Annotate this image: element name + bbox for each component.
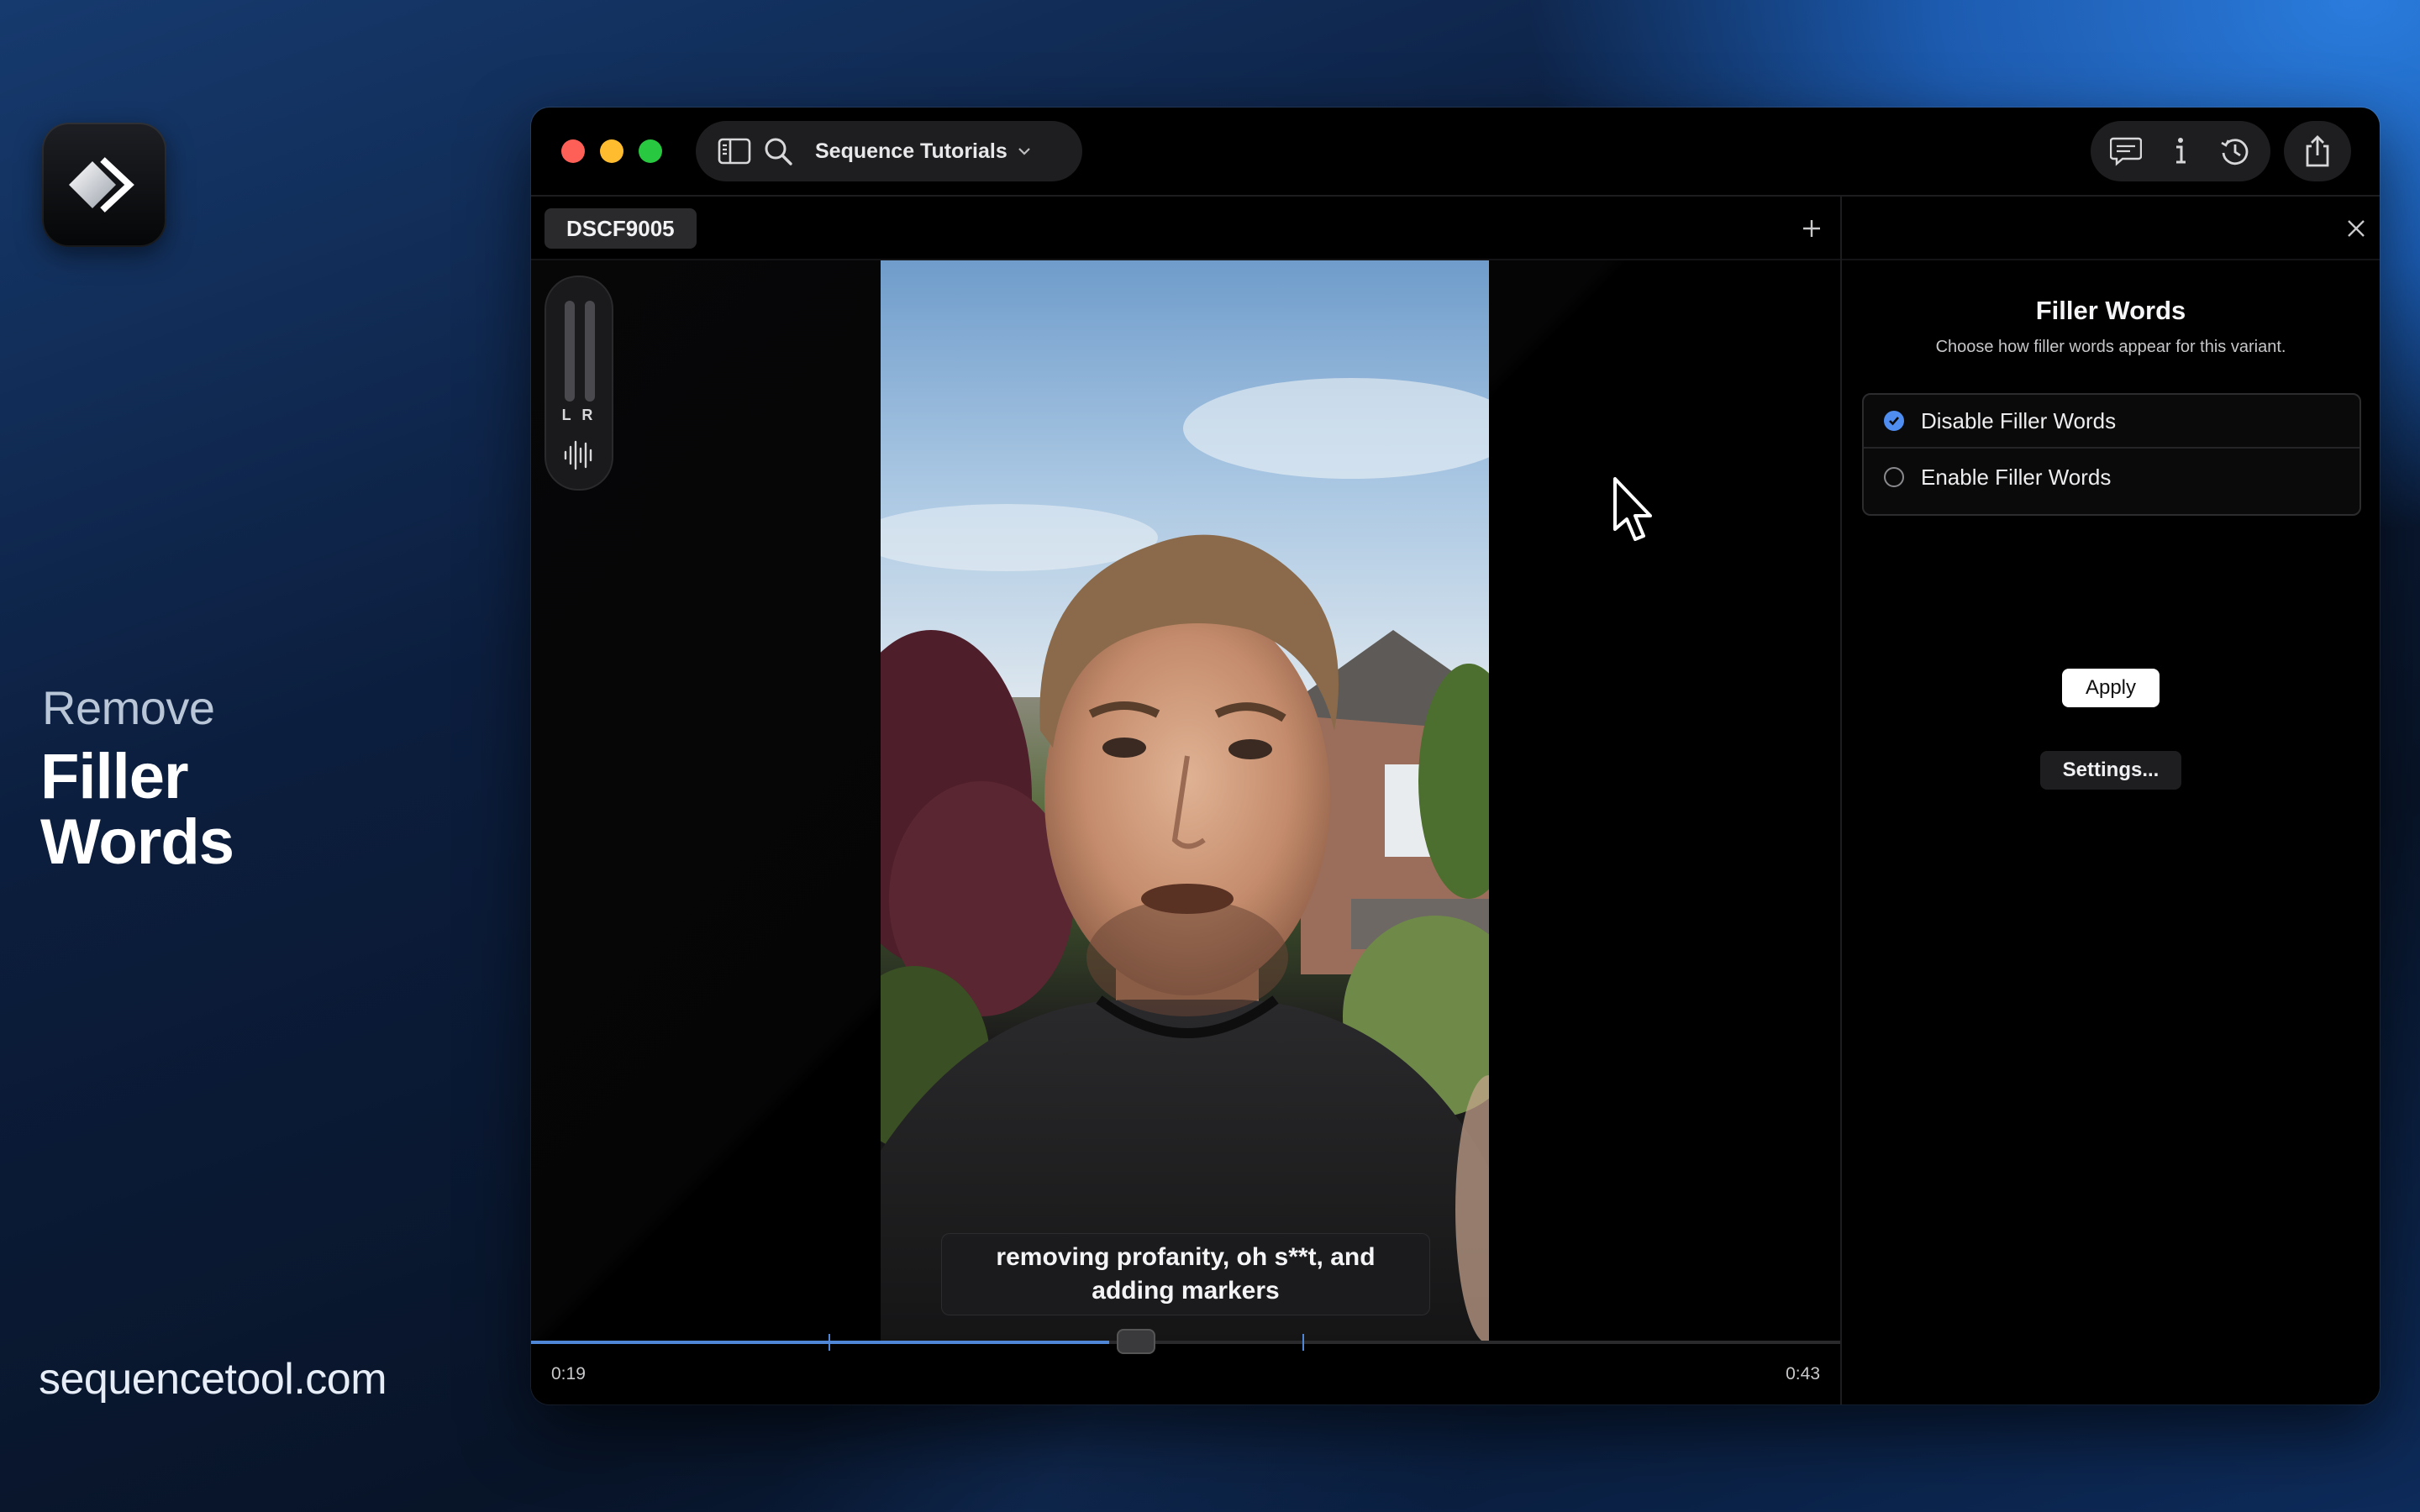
sidebar-icon	[718, 138, 751, 165]
playhead-handle[interactable]	[1117, 1329, 1156, 1354]
info-icon	[2175, 138, 2186, 164]
chevron-down-icon	[1018, 148, 1030, 155]
meter-bar-right	[585, 301, 595, 402]
share-icon	[2306, 135, 2329, 167]
clip-tab[interactable]: DSCF9005	[544, 208, 697, 249]
apply-button[interactable]: Apply	[2062, 669, 2160, 707]
toolbar-right-group	[2091, 121, 2270, 181]
panel-header-divider	[1842, 259, 2380, 260]
zoom-window-button[interactable]	[639, 139, 662, 163]
video-stage: L R removing profanity, oh s**t, and add…	[531, 260, 1840, 1341]
sequence-logo-icon	[69, 157, 134, 213]
radio-unchecked-icon[interactable]	[1884, 467, 1904, 487]
info-button[interactable]	[2159, 129, 2202, 173]
panel-title: Filler Words	[2035, 296, 2186, 325]
option-enable-filler-words[interactable]: Enable Filler Words	[1864, 450, 2360, 504]
close-window-button[interactable]	[561, 139, 585, 163]
plus-icon	[1803, 220, 1820, 237]
waveform-icon[interactable]	[562, 438, 596, 472]
share-button[interactable]	[2284, 121, 2351, 181]
editor-area: DSCF9005 L R removing profanity, oh s**t…	[531, 197, 1840, 1404]
panel-subtitle: Choose how filler words appear for this …	[1935, 338, 2286, 356]
app-icon	[42, 123, 166, 247]
radio-checked-icon[interactable]	[1884, 411, 1904, 431]
timeline-marker[interactable]	[1302, 1334, 1304, 1351]
promo-title: Filler Words	[40, 744, 234, 875]
filler-words-panel: Filler Words Choose how filler words app…	[1842, 197, 2380, 1404]
option-label: Disable Filler Words	[1921, 407, 2117, 433]
meter-bar-left	[565, 301, 575, 402]
add-tab-button[interactable]	[1795, 212, 1828, 245]
search-button[interactable]	[756, 129, 800, 173]
promo-title-line1: Filler	[40, 741, 189, 812]
total-duration: 0:43	[1786, 1364, 1820, 1383]
toolbar-left-group: Sequence Tutorials	[696, 121, 1082, 181]
option-disable-filler-words[interactable]: Disable Filler Words	[1864, 395, 2360, 449]
project-selector[interactable]: Sequence Tutorials	[815, 139, 1031, 164]
search-icon	[765, 138, 792, 165]
captions-icon	[2110, 137, 2143, 166]
promo-remove-text: Remove	[42, 681, 215, 734]
close-icon	[2348, 220, 2365, 237]
titlebar: Sequence Tutorials	[531, 108, 2380, 197]
minimize-window-button[interactable]	[600, 139, 623, 163]
subtitle-caption: removing profanity, oh s**t, and adding …	[941, 1233, 1430, 1315]
video-frame[interactable]	[881, 260, 1489, 1341]
option-label: Enable Filler Words	[1921, 464, 2112, 490]
captions-button[interactable]	[2104, 129, 2148, 173]
promo-title-line2: Words	[40, 806, 234, 878]
settings-button[interactable]: Settings...	[2040, 751, 2181, 790]
clip-tab-label: DSCF9005	[566, 215, 675, 241]
history-button[interactable]	[2213, 129, 2257, 173]
timeline-scrubber[interactable]	[531, 1329, 1840, 1354]
sidebar-toggle-button[interactable]	[713, 129, 756, 173]
audio-meter: L R	[544, 276, 613, 491]
current-time: 0:19	[551, 1364, 586, 1383]
app-window: Sequence Tutorials DSCF9005 L R removing…	[531, 108, 2380, 1404]
promo-url: sequencetool.com	[39, 1355, 387, 1404]
filler-options-group: Disable Filler Words Enable Filler Words	[1862, 393, 2361, 516]
close-panel-button[interactable]	[2341, 213, 2371, 244]
timeline-marker[interactable]	[829, 1334, 830, 1351]
scrubber-progress	[531, 1341, 1110, 1344]
history-icon	[2220, 139, 2248, 165]
video-frame-image	[881, 260, 1489, 1341]
checkmark-icon	[1889, 417, 1899, 426]
meter-lr-label: L R	[561, 407, 597, 423]
project-name-label: Sequence Tutorials	[815, 139, 1007, 163]
